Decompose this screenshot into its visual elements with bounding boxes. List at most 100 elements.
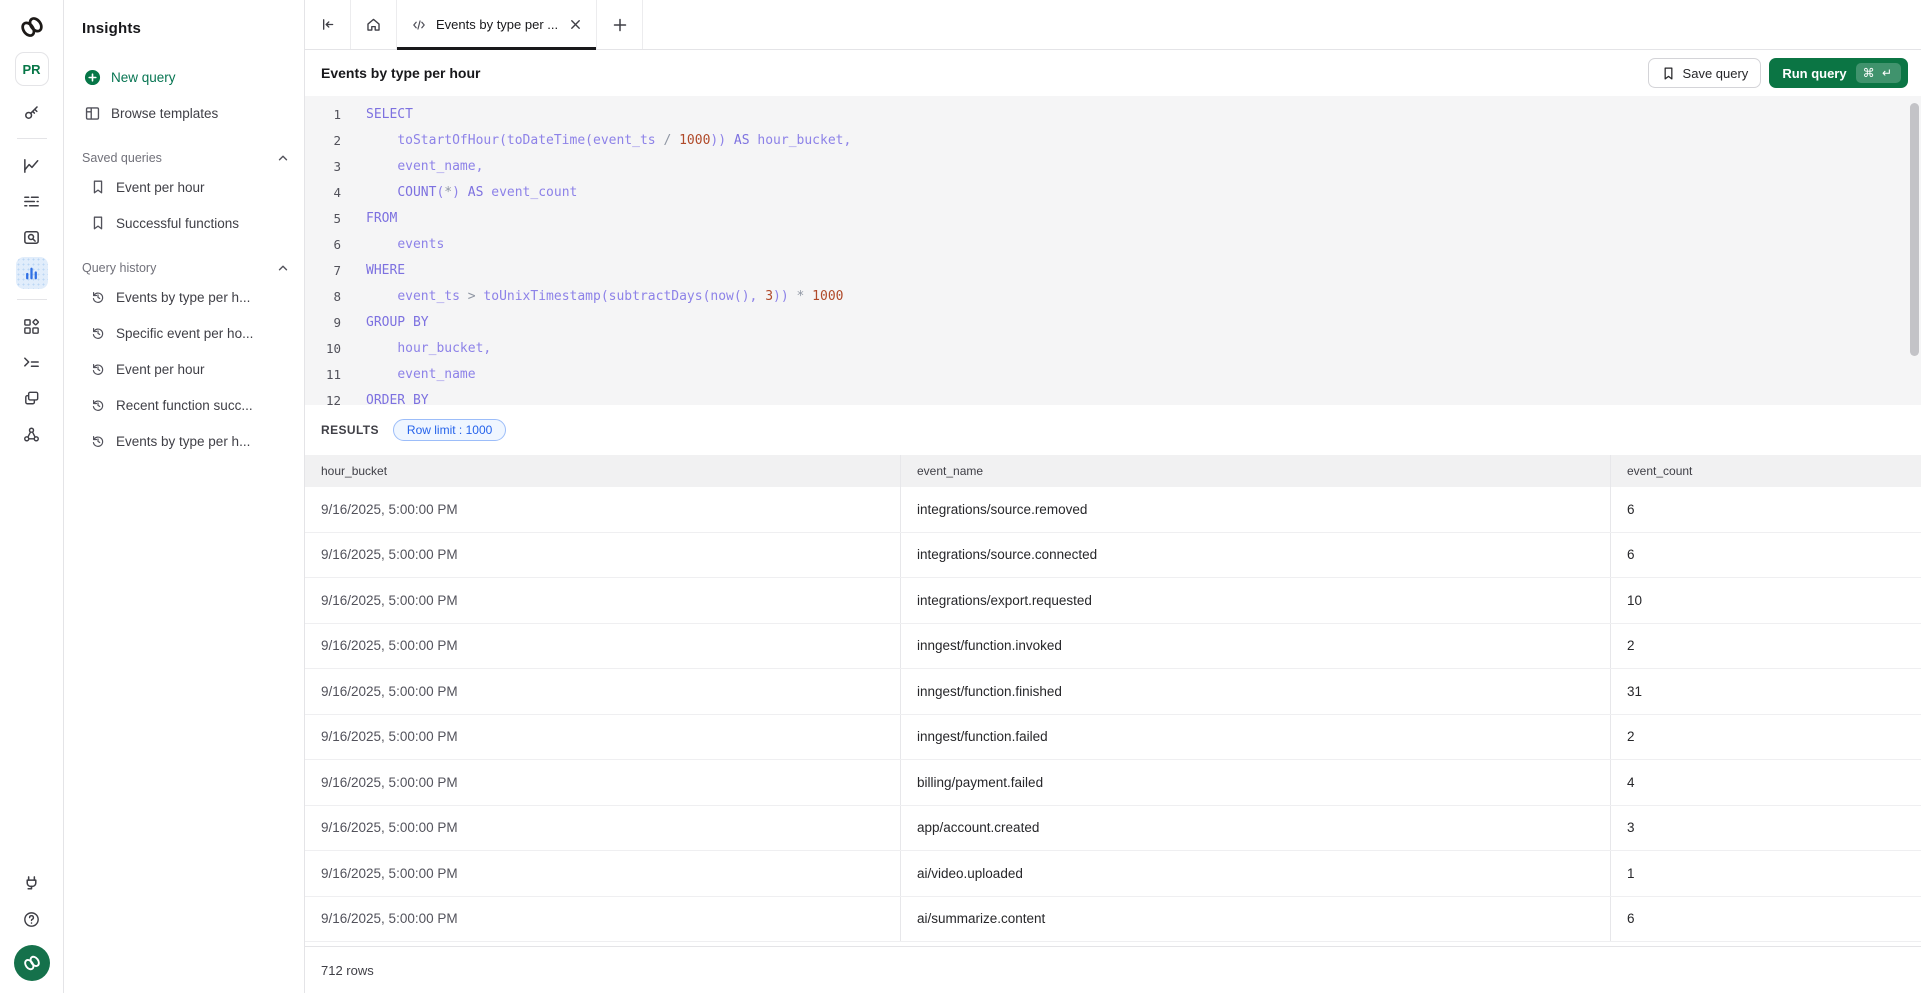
table-row[interactable]: 9/16/2025, 5:00:00 PM integrations/sourc… [305, 487, 1921, 533]
cell-event-count: 2 [1610, 715, 1921, 760]
query-history-item[interactable]: Specific event per ho... [64, 315, 304, 351]
query-history-item[interactable]: Events by type per h... [64, 279, 304, 315]
saved-query-item[interactable]: Event per hour [64, 169, 304, 205]
code-line: 8 event_ts > toUnixTimestamp(subtractDay… [305, 284, 1921, 310]
inngest-logo-icon [17, 12, 47, 42]
section-label: Saved queries [82, 151, 162, 165]
code-line: 3 event_name, [305, 154, 1921, 180]
table-row[interactable]: 9/16/2025, 5:00:00 PM inngest/function.f… [305, 715, 1921, 761]
run-query-button[interactable]: Run query ⌘ ↵ [1769, 58, 1908, 88]
table-row[interactable]: 9/16/2025, 5:00:00 PM inngest/function.i… [305, 624, 1921, 670]
query-history-label: Events by type per h... [116, 290, 250, 305]
terminal-icon[interactable] [16, 346, 48, 378]
line-number: 7 [305, 258, 341, 284]
workflow-icon[interactable] [16, 418, 48, 450]
cell-event-name: app/account.created [900, 806, 1610, 851]
table-row[interactable]: 9/16/2025, 5:00:00 PM inngest/function.f… [305, 669, 1921, 715]
cell-event-count: 2 [1610, 624, 1921, 669]
cell-event-count: 10 [1610, 578, 1921, 623]
table-row[interactable]: 9/16/2025, 5:00:00 PM billing/payment.fa… [305, 760, 1921, 806]
run-shortcut-badge: ⌘ ↵ [1856, 63, 1901, 83]
saved-query-label: Event per hour [116, 180, 205, 195]
code-line: 10 hour_bucket, [305, 336, 1921, 362]
code-line: 11 event_name [305, 362, 1921, 388]
column-header-event-count: event_count [1610, 455, 1921, 487]
cell-event-count: 1 [1610, 851, 1921, 896]
windows-icon[interactable] [16, 382, 48, 414]
line-number: 11 [305, 362, 341, 388]
saved-query-label: Successful functions [116, 216, 239, 231]
editor-scrollbar[interactable] [1910, 103, 1919, 356]
line-number: 4 [305, 180, 341, 206]
insights-bar-chart-icon[interactable] [16, 257, 48, 289]
code-line: 12ORDER BY [305, 388, 1921, 405]
history-icon [90, 289, 106, 305]
column-header-hour-bucket: hour_bucket [305, 455, 900, 487]
query-history-section-header[interactable]: Query history [64, 255, 304, 279]
query-history-label: Recent function succ... [116, 398, 253, 413]
table-row[interactable]: 9/16/2025, 5:00:00 PM integrations/expor… [305, 578, 1921, 624]
cell-event-name: billing/payment.failed [900, 760, 1610, 805]
key-icon[interactable] [16, 96, 48, 128]
query-history-item[interactable]: Events by type per h... [64, 423, 304, 459]
active-query-tab[interactable]: Events by type per ... [397, 0, 597, 49]
query-history-item[interactable]: Recent function succ... [64, 387, 304, 423]
new-query-button[interactable]: New query [64, 59, 304, 95]
collapse-sidebar-button[interactable] [305, 0, 351, 49]
event-logs-icon[interactable] [16, 185, 48, 217]
line-number: 6 [305, 232, 341, 258]
apps-grid-icon[interactable] [16, 310, 48, 342]
cell-hour-bucket: 9/16/2025, 5:00:00 PM [305, 533, 900, 578]
rail-divider [17, 138, 47, 139]
cell-event-count: 6 [1610, 533, 1921, 578]
query-history-label: Specific event per ho... [116, 326, 253, 341]
cell-event-name: integrations/source.removed [900, 487, 1610, 532]
sql-editor[interactable]: 1SELECT2 toStartOfHour(toDateTime(event_… [305, 96, 1921, 405]
query-history-item[interactable]: Event per hour [64, 351, 304, 387]
sidebar-title: Insights [82, 20, 304, 37]
code-icon [411, 17, 427, 33]
results-table-body[interactable]: 9/16/2025, 5:00:00 PM integrations/sourc… [305, 487, 1921, 946]
table-row[interactable]: 9/16/2025, 5:00:00 PM ai/video.uploaded … [305, 851, 1921, 897]
query-history-label: Events by type per h... [116, 434, 250, 449]
code-line: 5FROM [305, 206, 1921, 232]
cell-hour-bucket: 9/16/2025, 5:00:00 PM [305, 806, 900, 851]
plug-icon[interactable] [16, 867, 48, 899]
code-lines: 1SELECT2 toStartOfHour(toDateTime(event_… [305, 102, 1921, 405]
save-query-button[interactable]: Save query [1648, 58, 1762, 88]
plus-circle-icon [84, 69, 101, 86]
cell-event-count: 31 [1610, 669, 1921, 714]
saved-queries-section-header[interactable]: Saved queries [64, 145, 304, 169]
cell-event-name: integrations/export.requested [900, 578, 1610, 623]
code-line: 1SELECT [305, 102, 1921, 128]
history-icon [90, 325, 106, 341]
doc-search-icon[interactable] [16, 221, 48, 253]
new-tab-button[interactable] [597, 0, 643, 49]
line-number: 1 [305, 102, 341, 128]
cell-event-name: ai/video.uploaded [900, 851, 1610, 896]
row-limit-badge[interactable]: Row limit : 1000 [393, 419, 506, 441]
line-number: 2 [305, 128, 341, 154]
home-tab-button[interactable] [351, 0, 397, 49]
cell-hour-bucket: 9/16/2025, 5:00:00 PM [305, 851, 900, 896]
table-row[interactable]: 9/16/2025, 5:00:00 PM app/account.create… [305, 806, 1921, 852]
templates-panel-icon [84, 105, 101, 122]
cell-event-count: 6 [1610, 897, 1921, 942]
browse-templates-label: Browse templates [111, 106, 218, 121]
line-number: 10 [305, 336, 341, 362]
table-row[interactable]: 9/16/2025, 5:00:00 PM integrations/sourc… [305, 533, 1921, 579]
table-row[interactable]: 9/16/2025, 5:00:00 PM ai/summarize.conte… [305, 897, 1921, 943]
workspace-avatar[interactable]: PR [15, 52, 49, 86]
saved-query-item[interactable]: Successful functions [64, 205, 304, 241]
close-tab-icon[interactable] [569, 18, 582, 31]
browse-templates-button[interactable]: Browse templates [64, 95, 304, 131]
metrics-line-chart-icon[interactable] [16, 149, 48, 181]
new-query-label: New query [111, 70, 176, 85]
results-label: RESULTS [321, 423, 379, 437]
cell-hour-bucket: 9/16/2025, 5:00:00 PM [305, 715, 900, 760]
results-footer: 712 rows [305, 946, 1921, 993]
user-avatar-inngest[interactable] [14, 945, 50, 981]
cell-hour-bucket: 9/16/2025, 5:00:00 PM [305, 624, 900, 669]
help-icon[interactable] [16, 903, 48, 935]
section-label: Query history [82, 261, 156, 275]
